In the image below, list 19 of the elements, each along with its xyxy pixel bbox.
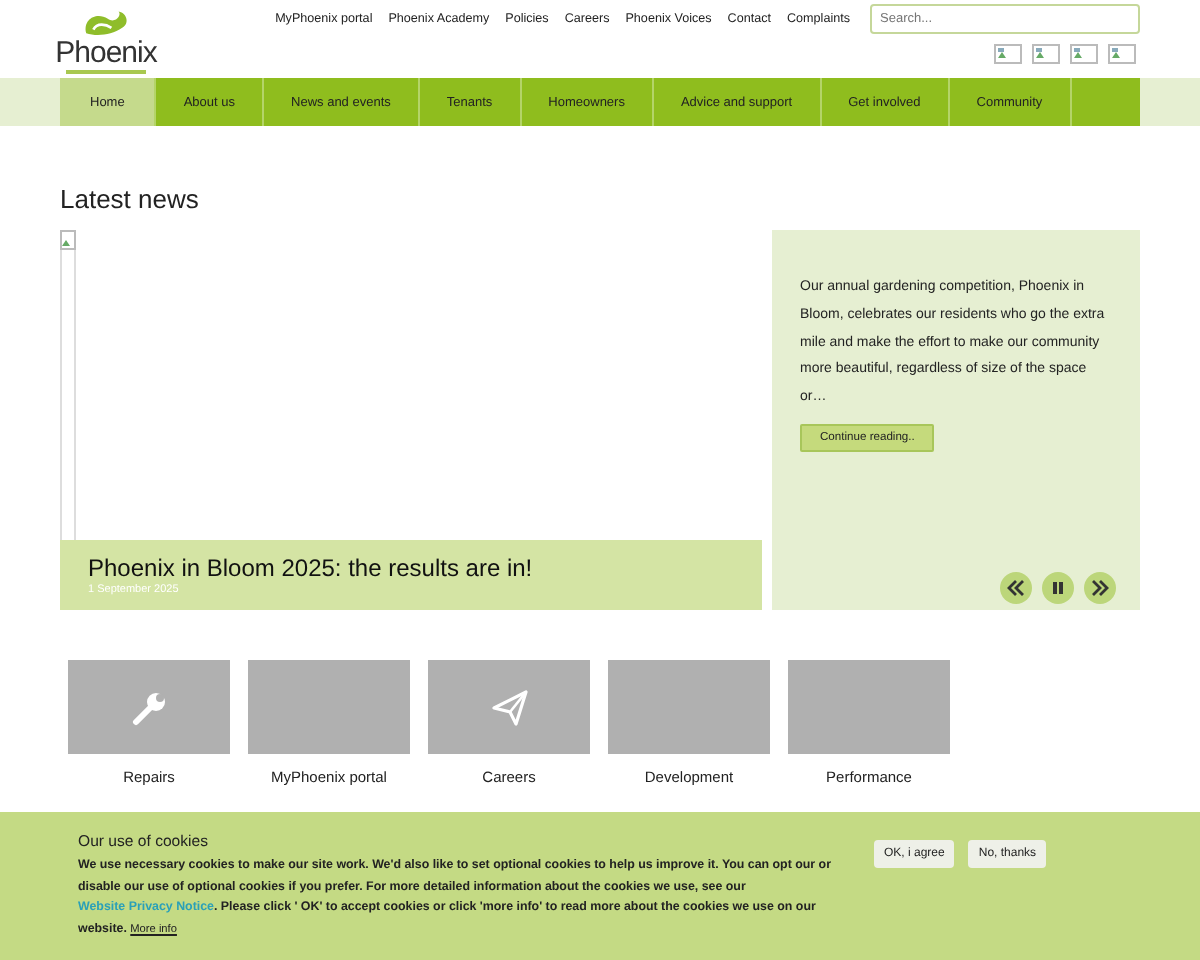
pause-button[interactable] bbox=[1042, 572, 1074, 604]
next-button[interactable] bbox=[1084, 572, 1116, 604]
tile-image[interactable] bbox=[608, 660, 770, 754]
wrench-icon bbox=[131, 689, 167, 725]
logo[interactable]: Phoenix bbox=[60, 4, 152, 74]
broken-image-icon[interactable] bbox=[1070, 44, 1098, 64]
logo-text: Phoenix bbox=[55, 40, 157, 69]
tile-image[interactable] bbox=[428, 660, 590, 754]
tile-image[interactable] bbox=[68, 660, 230, 754]
paper-plane-icon bbox=[491, 689, 527, 725]
tagline-bar bbox=[66, 70, 146, 74]
previous-button[interactable] bbox=[1000, 572, 1032, 604]
broken-image-icon[interactable] bbox=[994, 44, 1022, 64]
section-title: Latest news bbox=[60, 184, 201, 214]
slide-title[interactable]: Phoenix in Bloom 2025: the results are in! bbox=[88, 554, 734, 582]
broken-image-icon[interactable] bbox=[1032, 44, 1060, 64]
tile-image[interactable] bbox=[248, 660, 410, 754]
broken-image-icon[interactable] bbox=[1108, 44, 1136, 64]
tile-image[interactable] bbox=[788, 660, 950, 754]
